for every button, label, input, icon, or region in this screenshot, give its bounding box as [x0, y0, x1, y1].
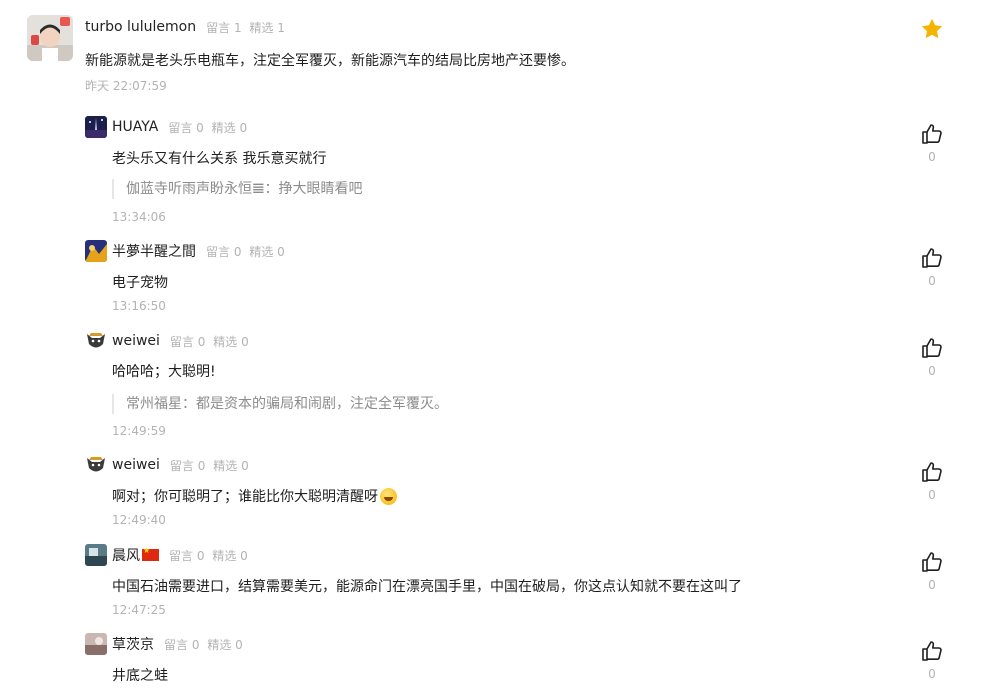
author-name[interactable]: 半夢半醒之間: [112, 241, 196, 261]
thumbs-up-icon[interactable]: [920, 550, 944, 574]
reply-item: 晨风 留言 0 精选 0 中国石油需要进口，结算需要美元，能源命门在漂亮国手里，…: [85, 544, 965, 624]
author-row: weiwei 留言 0 精选 0: [112, 456, 249, 474]
comment-text: 新能源就是老头乐电瓶车，注定全军覆灭，新能源汽车的结局比房地产还要惨。: [85, 53, 575, 69]
author-name[interactable]: turbo lululemon: [85, 19, 196, 35]
meta-counts: 留言 0 精选 0: [170, 333, 249, 350]
author-name[interactable]: HUAYA: [112, 119, 158, 135]
replies-label: 留言: [206, 244, 231, 259]
reply-text: 电子宠物: [112, 275, 168, 291]
replies-label: 留言: [168, 120, 193, 135]
reply-time: 12:49:59: [112, 424, 166, 438]
avatar[interactable]: [27, 15, 73, 61]
reply-text-row: 啊对；你可聪明了；谁能比你大聪明清醒呀: [112, 486, 397, 506]
meta-counts: 留言 0 精选 0: [170, 457, 249, 474]
featured-label: 精选: [207, 637, 232, 652]
featured-count: 0: [235, 637, 243, 652]
reply-time: 12:47:25: [112, 603, 166, 617]
like-count: 0: [928, 578, 936, 592]
reply-text: 井底之蛙: [112, 668, 168, 684]
featured-count: 0: [241, 334, 249, 349]
reply-text: 中国石油需要进口，结算需要美元，能源命门在漂亮国手里，中国在破局，你这点认知就不…: [112, 579, 742, 595]
featured-label: 精选: [249, 244, 274, 259]
thumbs-up-icon[interactable]: [920, 122, 944, 146]
meta-counts: 留言 1 精选 1: [206, 19, 285, 36]
author-name[interactable]: 晨风: [112, 545, 140, 565]
like-count: 0: [928, 150, 936, 164]
reply-text: 哈哈哈；大聪明!: [112, 364, 216, 380]
grin-emoji-icon: [380, 487, 397, 505]
thumbs-up-icon[interactable]: [920, 246, 944, 270]
replies-count: 0: [196, 548, 205, 563]
avatar[interactable]: [85, 454, 107, 476]
star-icon[interactable]: [920, 17, 944, 41]
replies-count: 0: [233, 244, 242, 259]
avatar[interactable]: [85, 544, 107, 566]
author-row: weiwei 留言 0 精选 0: [112, 332, 249, 350]
replies-label: 留言: [169, 548, 194, 563]
like-count: 0: [928, 667, 936, 681]
replies-count: 1: [233, 20, 242, 35]
replies-count: 0: [191, 637, 200, 652]
like-count: 0: [928, 488, 936, 502]
comment-time: 昨天 22:07:59: [85, 79, 167, 93]
avatar[interactable]: [85, 240, 107, 262]
replies-label: 留言: [169, 334, 194, 349]
featured-label: 精选: [211, 120, 236, 135]
replies-count: 0: [196, 120, 204, 135]
avatar[interactable]: [85, 330, 107, 352]
thumbs-up-icon[interactable]: [920, 336, 944, 360]
thumbs-up-icon[interactable]: [920, 460, 944, 484]
comment-thread: turbo lululemon 留言 1 精选 1 新能源就是老头乐电瓶车，注定…: [0, 0, 992, 688]
reply-item: weiwei 留言 0 精选 0 哈哈哈；大聪明! 常州福星：都是资本的骗局和闹…: [85, 330, 965, 445]
meta-counts: 留言 0 精选 0: [164, 636, 243, 653]
replies-label: 留言: [206, 20, 231, 35]
author-row: 半夢半醒之間 留言 0 精选 0: [112, 242, 285, 260]
replies-label: 留言: [164, 637, 189, 652]
meta-counts: 留言 0 精选 0: [168, 119, 247, 136]
featured-count: 1: [277, 20, 285, 35]
reply-item: HUAYA 留言 0 精选 0 老头乐又有什么关系 我乐意买就行 伽蓝寺听雨声盼…: [85, 116, 965, 228]
quoted-reply: 伽蓝寺听雨声盼永恒𝌆：挣大眼睛看吧: [112, 179, 712, 199]
featured-label: 精选: [213, 458, 238, 473]
author-name[interactable]: weiwei: [112, 457, 160, 473]
featured-count: 0: [239, 120, 248, 135]
author-row: turbo lululemon 留言 1 精选 1: [85, 18, 285, 36]
replies-label: 留言: [169, 458, 194, 473]
author-row: 晨风 留言 0 精选 0: [112, 546, 248, 564]
author-row: HUAYA 留言 0 精选 0: [112, 118, 247, 136]
author-row: 草茨京 留言 0 精选 0: [112, 635, 243, 653]
like-count: 0: [928, 274, 936, 288]
featured-count: 0: [240, 548, 248, 563]
reply-time: 12:49:40: [112, 513, 166, 527]
reply-text: 啊对；你可聪明了；谁能比你大聪明清醒呀: [112, 489, 378, 505]
featured-count: 0: [277, 244, 285, 259]
author-name[interactable]: weiwei: [112, 333, 160, 349]
reply-time: 13:16:50: [112, 299, 166, 313]
replies-count: 0: [197, 334, 206, 349]
featured-label: 精选: [213, 334, 238, 349]
avatar[interactable]: [85, 633, 107, 655]
reply-item: weiwei 留言 0 精选 0 啊对；你可聪明了；谁能比你大聪明清醒呀 12:…: [85, 454, 965, 534]
china-flag-icon: [142, 546, 159, 561]
featured-count: 0: [241, 458, 249, 473]
featured-label: 精选: [212, 548, 237, 563]
quoted-reply: 常州福星：都是资本的骗局和闹剧，注定全军覆灭。: [112, 394, 712, 414]
author-name[interactable]: 草茨京: [112, 634, 154, 654]
like-count: 0: [928, 364, 936, 378]
featured-label: 精选: [249, 20, 274, 35]
reply-item: 半夢半醒之間 留言 0 精选 0 电子宠物 13:16:50 0: [85, 240, 965, 320]
reply-text: 老头乐又有什么关系 我乐意买就行: [112, 151, 327, 167]
meta-counts: 留言 0 精选 0: [169, 547, 248, 564]
replies-count: 0: [197, 458, 206, 473]
meta-counts: 留言 0 精选 0: [206, 243, 285, 260]
reply-item: 草茨京 留言 0 精选 0 井底之蛙 0: [85, 633, 965, 688]
thumbs-up-icon[interactable]: [920, 639, 944, 663]
avatar[interactable]: [85, 116, 107, 138]
reply-time: 13:34:06: [112, 210, 166, 224]
